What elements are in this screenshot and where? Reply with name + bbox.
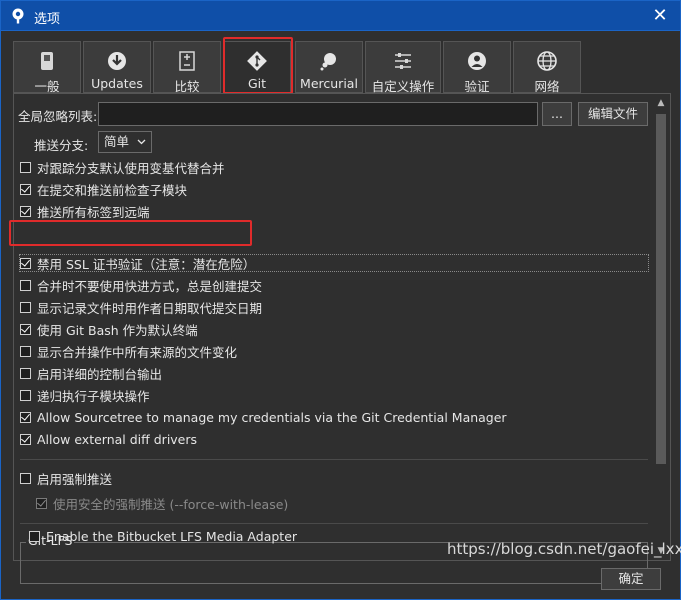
ignore-list-label: 全局忽略列表:: [18, 109, 98, 124]
push-branch-select[interactable]: 简单: [98, 131, 152, 153]
option-label: Allow external diff drivers: [37, 431, 198, 447]
git-settings-panel: 全局忽略列表: ... 编辑文件 推送分支: 简单 对跟踪分支默认使用变基代替合…: [13, 93, 671, 584]
tab-network[interactable]: 网络: [513, 41, 581, 94]
git-tab-highlight: [223, 37, 293, 94]
option-label: 合并时不要使用快进方式，总是创建提交: [37, 278, 263, 294]
checkbox[interactable]: [20, 389, 31, 401]
vertical-scrollbar[interactable]: ▲ ▼: [654, 96, 668, 558]
checkbox[interactable]: [20, 433, 31, 445]
option-label: Enable the Bitbucket LFS Media Adapter: [46, 528, 298, 544]
option-label: 显示合并操作中所有来源的文件变化: [37, 344, 238, 360]
diff-icon: [179, 51, 195, 71]
ok-button[interactable]: 确定: [601, 568, 661, 590]
tab-mercurial[interactable]: Mercurial: [295, 41, 363, 93]
custom-actions-icon: [395, 53, 411, 69]
checkbox[interactable]: [20, 257, 31, 269]
divider: [20, 523, 648, 524]
option-show-merge-changes[interactable]: 显示合并操作中所有来源的文件变化: [20, 342, 237, 360]
divider: [20, 459, 648, 460]
push-branch-label: 推送分支:: [34, 138, 89, 153]
option-git-bash-terminal[interactable]: 使用 Git Bash 作为默认终端: [20, 320, 198, 338]
checkbox[interactable]: [20, 411, 31, 423]
checkbox[interactable]: [29, 530, 40, 542]
checkbox[interactable]: [20, 472, 31, 484]
checkbox[interactable]: [20, 183, 31, 195]
ssl-option-highlight: [9, 220, 252, 246]
option-push-all-tags[interactable]: 推送所有标签到远端: [20, 202, 150, 220]
option-label: Allow Sourcetree to manage my credential…: [37, 409, 507, 425]
option-no-fast-forward[interactable]: 合并时不要使用快进方式，总是创建提交: [20, 276, 262, 294]
scroll-up-arrow-icon[interactable]: ▲: [654, 96, 668, 110]
watermark-text: https://blog.csdn.net/gaofei_lxx: [447, 540, 681, 558]
option-check-submodules[interactable]: 在提交和推送前检查子模块: [20, 180, 187, 198]
download-icon: [108, 52, 126, 70]
option-label: 启用强制推送: [37, 471, 113, 487]
user-icon: [468, 52, 486, 70]
title-bar: 选项 ✕: [0, 0, 681, 31]
tab-label: Mercurial: [300, 76, 358, 91]
window-title: 选项: [34, 12, 61, 27]
checkbox[interactable]: [20, 161, 31, 173]
option-label: 禁用 SSL 证书验证（注意：潜在危险）: [37, 256, 256, 272]
chevron-down-icon: [137, 139, 146, 145]
close-button[interactable]: ✕: [650, 6, 670, 26]
close-icon: ✕: [652, 5, 668, 26]
option-label: 显示记录文件时用作者日期取代提交日期: [37, 300, 263, 316]
tab-custom-actions[interactable]: 自定义操作: [365, 41, 441, 94]
tab-authentication[interactable]: 验证: [443, 41, 511, 94]
options-dialog: 一般 Updates 比较 Git Mercurial 自定义操作 验证 网络: [0, 31, 681, 600]
option-lfs-media-adapter[interactable]: Enable the Bitbucket LFS Media Adapter: [29, 527, 297, 545]
option-label: 对跟踪分支默认使用变基代替合并: [37, 160, 225, 176]
option-external-diff-drivers[interactable]: Allow external diff drivers: [20, 430, 197, 448]
edit-file-button[interactable]: 编辑文件: [578, 102, 648, 126]
option-force-with-lease: 使用安全的强制推送 (--force-with-lease): [36, 494, 288, 512]
option-label: 递归执行子模块操作: [37, 388, 150, 404]
option-verbose-console[interactable]: 启用详细的控制台输出: [20, 364, 162, 382]
option-author-date[interactable]: 显示记录文件时用作者日期取代提交日期: [20, 298, 262, 316]
sourcetree-logo-icon: [12, 8, 24, 24]
ignore-list-input[interactable]: [98, 102, 538, 126]
checkbox[interactable]: [20, 323, 31, 335]
checkbox[interactable]: [20, 367, 31, 379]
scrollbar-thumb[interactable]: [656, 114, 666, 464]
option-label: 使用 Git Bash 作为默认终端: [37, 322, 198, 338]
checkbox[interactable]: [20, 205, 31, 217]
checkbox[interactable]: [20, 301, 31, 313]
globe-icon: [537, 51, 557, 71]
option-label: 启用详细的控制台输出: [37, 366, 163, 382]
option-label: 在提交和推送前检查子模块: [37, 182, 188, 198]
tab-updates[interactable]: Updates: [83, 41, 151, 93]
option-label: 使用安全的强制推送 (--force-with-lease): [53, 496, 289, 512]
option-rebase-default[interactable]: 对跟踪分支默认使用变基代替合并: [20, 158, 225, 176]
checkbox[interactable]: [20, 345, 31, 357]
option-label: 推送所有标签到远端: [37, 204, 150, 220]
checkbox: [36, 497, 47, 509]
tab-general[interactable]: 一般: [13, 41, 81, 94]
switch-icon: [41, 52, 53, 70]
tab-diff[interactable]: 比较: [153, 41, 221, 94]
browse-button[interactable]: ...: [542, 102, 572, 126]
option-force-push[interactable]: 启用强制推送: [20, 469, 112, 487]
tab-label: Updates: [91, 76, 143, 91]
mercurial-icon: [320, 53, 336, 71]
option-disable-ssl-verify[interactable]: 禁用 SSL 证书验证（注意：潜在危险）: [20, 254, 255, 272]
option-recursive-submodules[interactable]: 递归执行子模块操作: [20, 386, 150, 404]
option-credential-manager[interactable]: Allow Sourcetree to manage my credential…: [20, 408, 507, 426]
checkbox[interactable]: [20, 279, 31, 291]
